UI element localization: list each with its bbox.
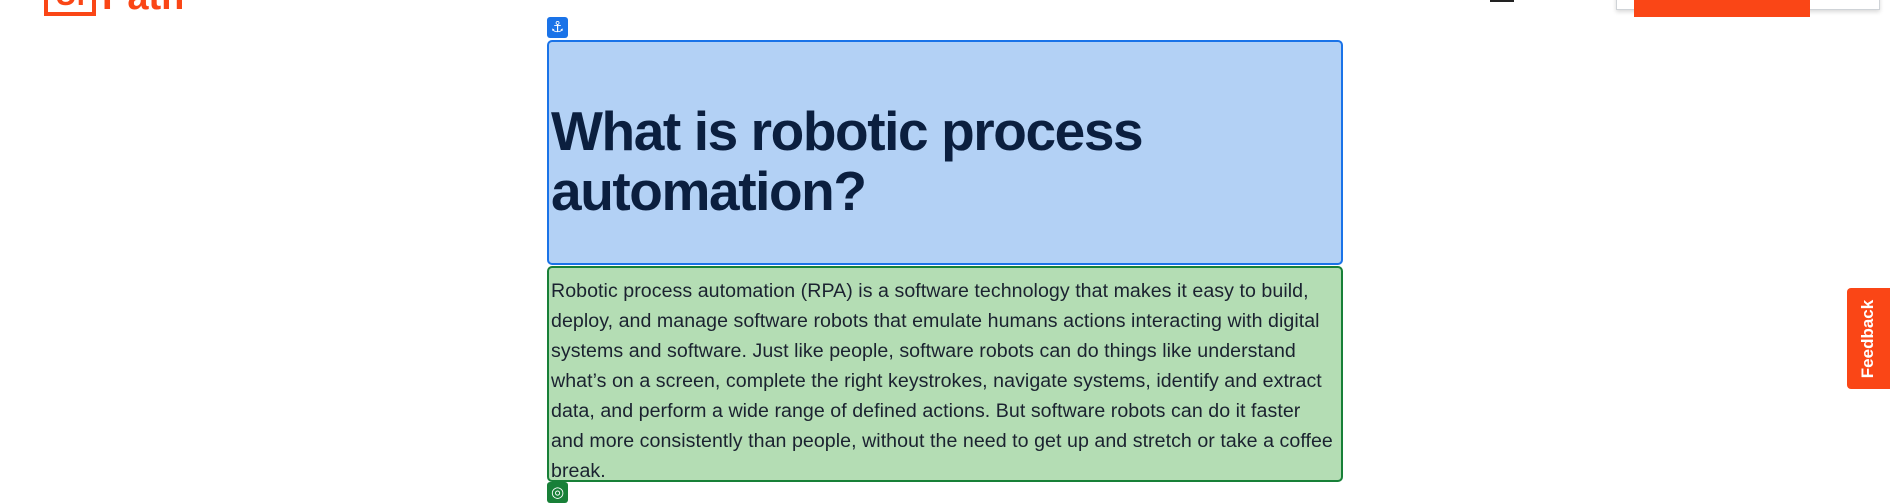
intro-paragraph: Robotic process automation (RPA) is a so…: [551, 280, 1333, 482]
top-cta-button[interactable]: [1634, 0, 1810, 17]
heading-highlight-box: What is robotic process automation?: [547, 40, 1343, 265]
logo-wordmark: Path: [102, 0, 184, 16]
feedback-button[interactable]: Feedback: [1847, 288, 1890, 389]
paragraph-highlight-box: Robotic process automation (RPA) is a so…: [547, 266, 1343, 482]
anchor-icon[interactable]: ⚓: [547, 17, 568, 38]
target-icon[interactable]: ◎: [547, 482, 568, 503]
feedback-label: Feedback: [1858, 299, 1878, 378]
uipath-logo[interactable]: Ui Path: [44, 0, 184, 16]
page: Ui Path ⚓ What is robotic process automa…: [0, 0, 1890, 503]
page-title: What is robotic process automation?: [551, 99, 1144, 222]
nav-underline: [1490, 0, 1514, 2]
logo-mark: Ui: [44, 0, 96, 16]
